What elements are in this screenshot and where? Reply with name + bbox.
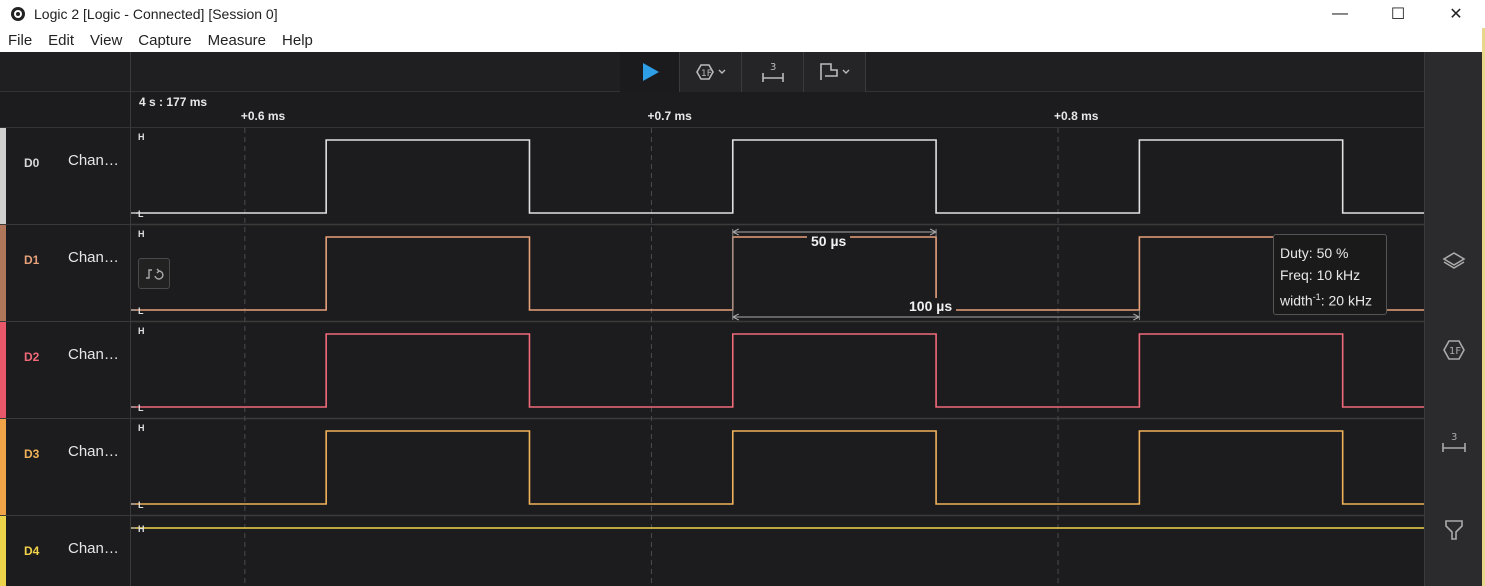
level-low-label: L bbox=[138, 209, 144, 219]
time-origin-label: 4 s : 177 ms bbox=[139, 95, 208, 109]
channel-name[interactable]: Chan… bbox=[68, 249, 119, 266]
annotation-dropdown-button[interactable] bbox=[804, 52, 866, 92]
svg-text:1F: 1F bbox=[1449, 346, 1461, 357]
logic2-app: Logic 2 [Logic - Connected] [Session 0] … bbox=[0, 0, 1485, 586]
close-button[interactable]: ✕ bbox=[1427, 0, 1485, 28]
menu-edit[interactable]: Edit bbox=[48, 32, 74, 49]
pulse-width-label: 50 µs bbox=[807, 233, 851, 249]
menu-bar: File Edit View Capture Measure Help bbox=[0, 28, 1482, 52]
level-high-label: H bbox=[138, 524, 145, 534]
svg-text:3: 3 bbox=[1451, 432, 1457, 443]
menu-capture[interactable]: Capture bbox=[138, 32, 191, 49]
channel-waveform bbox=[131, 236, 1424, 311]
annotation-icon bbox=[819, 63, 849, 80]
timing-marker-button[interactable]: 3 bbox=[742, 52, 804, 92]
width-inverse-sup: -1 bbox=[1312, 292, 1321, 302]
channel-color-stripe bbox=[0, 322, 6, 418]
level-high-label: H bbox=[138, 423, 145, 433]
trigger-panel-button[interactable]: 1F bbox=[1441, 337, 1467, 363]
width-inverse-suffix: : 20 kHz bbox=[1320, 292, 1373, 309]
play-icon bbox=[642, 63, 659, 81]
channel-id: D3 bbox=[24, 447, 40, 461]
channel-name[interactable]: Chan… bbox=[68, 346, 119, 363]
channel-color-stripe bbox=[0, 419, 6, 515]
time-tick-label: +0.8 ms bbox=[1054, 109, 1099, 123]
toolbar-spacer bbox=[0, 52, 131, 92]
width-inverse-value: width-1: 20 kHz bbox=[1280, 286, 1380, 312]
maximize-button[interactable]: ☐ bbox=[1369, 0, 1427, 28]
channel-id: D0 bbox=[24, 156, 40, 170]
channel-row-d4[interactable]: D4 Chan… bbox=[0, 516, 131, 586]
channel-name[interactable]: Chan… bbox=[68, 443, 119, 460]
ruler-spacer bbox=[0, 92, 131, 128]
title-bar: Logic 2 [Logic - Connected] [Session 0] … bbox=[0, 0, 1485, 28]
channel-id: D1 bbox=[24, 253, 40, 267]
trigger-icon: 1F bbox=[1443, 340, 1465, 360]
analyzers-icon bbox=[1442, 252, 1466, 269]
minimize-button[interactable]: — bbox=[1311, 0, 1369, 28]
menu-measure[interactable]: Measure bbox=[208, 32, 266, 49]
trigger-dropdown-button[interactable]: 1F bbox=[680, 52, 742, 92]
channel-id: D4 bbox=[24, 544, 40, 558]
undo-zoom-button[interactable] bbox=[138, 258, 170, 289]
channel-row-d2[interactable]: D2 Chan… bbox=[0, 322, 131, 419]
channel-row-d3[interactable]: D3 Chan… bbox=[0, 419, 131, 516]
start-capture-button[interactable] bbox=[620, 52, 680, 92]
duty-value: Duty: 50 % bbox=[1280, 245, 1349, 261]
level-low-label: L bbox=[138, 306, 144, 316]
app-logo-icon bbox=[11, 7, 25, 21]
time-tick-label: +0.6 ms bbox=[240, 109, 286, 123]
annotation-icon bbox=[1445, 520, 1463, 540]
analyzers-button[interactable] bbox=[1441, 247, 1467, 273]
toolbar-row: 1F 3 bbox=[0, 52, 1424, 92]
trigger-icon: 1F bbox=[695, 64, 725, 80]
width-inverse-prefix: width bbox=[1280, 292, 1313, 309]
level-low-label: L bbox=[138, 403, 144, 413]
channel-color-stripe bbox=[0, 225, 6, 321]
timing-marker-panel-button[interactable]: 3 bbox=[1441, 429, 1467, 455]
menu-file[interactable]: File bbox=[8, 32, 32, 49]
capture-toolbar: 1F 3 bbox=[620, 52, 866, 92]
channel-waveform bbox=[131, 333, 1424, 408]
time-ruler[interactable]: 4 s : 177 ms +0.6 ms +0.7 ms +0.8 ms bbox=[0, 92, 1424, 128]
menu-view[interactable]: View bbox=[90, 32, 122, 49]
svg-text:1F: 1F bbox=[701, 69, 712, 79]
channel-row-d1[interactable]: D1 Chan… bbox=[0, 225, 131, 322]
level-high-label: H bbox=[138, 229, 145, 239]
timing-marker-icon: 3 bbox=[1442, 432, 1466, 452]
time-tick-label: +0.7 ms bbox=[647, 109, 692, 123]
window-title: Logic 2 [Logic - Connected] [Session 0] bbox=[34, 6, 278, 22]
channel-id: D2 bbox=[24, 350, 40, 364]
frequency-value: Freq: 10 kHz bbox=[1280, 267, 1361, 283]
channel-color-stripe bbox=[0, 516, 6, 586]
waveform-area[interactable]: HLHLHLHLH bbox=[131, 128, 1424, 586]
channel-list: D0 Chan… D1 Chan… D2 Chan… D3 Chan… D4 C… bbox=[0, 128, 131, 586]
level-high-label: H bbox=[138, 326, 145, 336]
undo-icon bbox=[146, 268, 164, 280]
annotation-panel-button[interactable] bbox=[1441, 517, 1467, 543]
level-low-label: L bbox=[138, 500, 144, 510]
right-sidebar: 1F 3 bbox=[1424, 52, 1482, 586]
channel-waveform bbox=[131, 139, 1424, 214]
level-high-label: H bbox=[138, 132, 145, 142]
channel-name[interactable]: Chan… bbox=[68, 152, 119, 169]
menu-help[interactable]: Help bbox=[282, 32, 313, 49]
channel-waveform bbox=[131, 430, 1424, 505]
channel-color-stripe bbox=[0, 128, 6, 224]
period-label: 100 µs bbox=[905, 298, 957, 314]
svg-text:3: 3 bbox=[770, 62, 776, 73]
channel-name[interactable]: Chan… bbox=[68, 540, 119, 557]
channel-row-d0[interactable]: D0 Chan… bbox=[0, 128, 131, 225]
measurement-tooltip: Duty: 50 % Freq: 10 kHz width-1: 20 kHz bbox=[1273, 234, 1387, 315]
timing-marker-icon: 3 bbox=[761, 62, 784, 82]
